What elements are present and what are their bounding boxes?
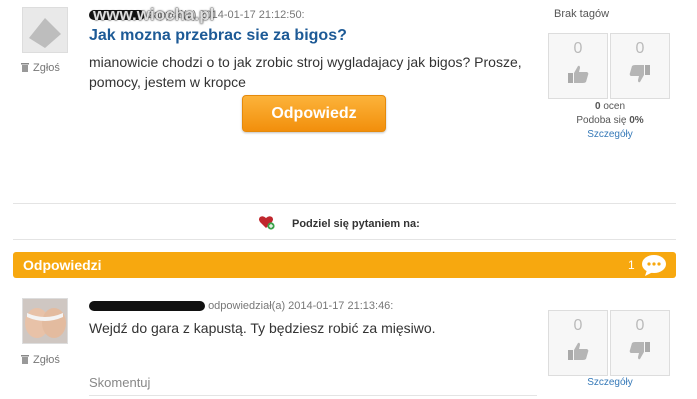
thumbs-down-icon <box>629 64 651 89</box>
divider <box>13 203 676 204</box>
share-label: Podziel się pytaniem na: <box>292 217 420 230</box>
answer-report-link[interactable]: Zgłoś <box>20 353 60 367</box>
answer-avatar[interactable] <box>22 298 68 344</box>
vote-down-box[interactable]: 0 <box>610 33 670 99</box>
likes-label: Podoba się <box>576 115 627 126</box>
question-avatar[interactable] <box>22 7 68 53</box>
comment-field[interactable]: Skomentuj <box>89 375 150 390</box>
thumbs-up-icon <box>567 341 589 366</box>
question-text: mianowicie chodzi o to jak zrobic stroj … <box>89 54 522 90</box>
answer-meta: odpowiedział(a) 2014-01-17 21:13:46: <box>89 300 393 312</box>
answers-count: 1 <box>628 258 635 272</box>
question-details-link[interactable]: Szczegóły <box>550 129 670 140</box>
divider <box>13 239 676 240</box>
share-row: Podziel się pytaniem na: <box>258 214 420 233</box>
likes-value: 0% <box>629 115 644 126</box>
vote-up-count: 0 <box>573 40 583 57</box>
report-bin-icon <box>20 353 30 367</box>
report-bin-icon <box>20 61 30 75</box>
thumbs-up-icon <box>567 64 589 89</box>
vote-down-count: 0 <box>635 40 645 57</box>
redacted-username <box>89 301 205 312</box>
answer-vote-up-count: 0 <box>573 317 583 334</box>
avatar-photo-icon <box>23 299 67 343</box>
question-title[interactable]: Jak mozna przebrac sie za bigos? <box>89 27 347 45</box>
vote-stats: 0 ocen Podoba się 0% Szczegóły <box>550 101 670 140</box>
vote-up-box[interactable]: 0 <box>548 33 608 99</box>
answer-vote-up-box[interactable]: 0 <box>548 310 608 376</box>
avatar-default-icon <box>23 8 67 52</box>
ratings-label: ocen <box>603 101 626 112</box>
answer-vote-down-count: 0 <box>635 317 645 334</box>
answers-title: Odpowiedzi <box>23 257 102 273</box>
answer-text: Wejdź do gara z kapustą. Ty będziesz rob… <box>89 320 436 336</box>
answer-details-link[interactable]: Szczegóły <box>550 377 670 388</box>
heart-plus-icon[interactable] <box>258 214 276 233</box>
answer-button[interactable]: Odpowiedz <box>242 95 386 132</box>
speech-bubble-icon[interactable] <box>641 254 667 279</box>
watermark: www.wiocha.pl <box>93 5 215 24</box>
comment-underline <box>89 395 537 396</box>
answer-vote-down-box[interactable]: 0 <box>610 310 670 376</box>
thumbs-down-icon <box>629 341 651 366</box>
question-report-link[interactable]: Zgłoś <box>20 61 60 75</box>
ratings-count: 0 <box>594 101 601 112</box>
answers-header: Odpowiedzi 1 <box>13 252 676 278</box>
tags-label: Brak tagów <box>554 8 610 20</box>
